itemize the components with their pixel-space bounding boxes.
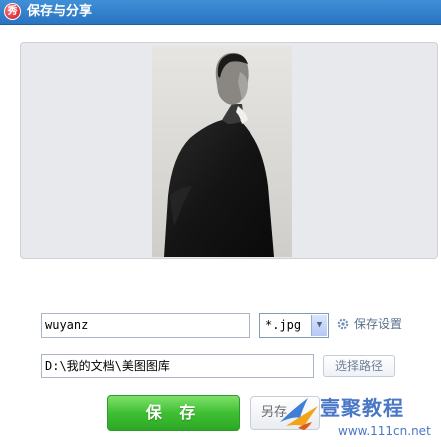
choose-path-button[interactable]: 选择路径 xyxy=(323,355,395,377)
window-title: 保存与分享 xyxy=(27,4,93,19)
watermark-url: www.111cn.net xyxy=(338,424,431,438)
save-settings-link[interactable]: 保存设置 xyxy=(337,315,402,333)
preview-panel xyxy=(20,42,438,259)
filename-input[interactable]: wuyanz xyxy=(41,313,250,338)
format-select[interactable]: *.jpg ▼ xyxy=(259,313,329,338)
title-bar[interactable]: 秀 保存与分享 xyxy=(0,0,441,25)
portrait-photo xyxy=(152,46,292,257)
gear-icon xyxy=(337,318,349,330)
app-logo-icon: 秀 xyxy=(4,3,21,20)
save-share-dialog: 秀 保存与分享 wuyanz *.jpg ▼ 保存设置 D:\我的文档\美图图库… xyxy=(0,0,441,447)
save-button[interactable]: 保 存 xyxy=(107,395,240,431)
site-watermark: 壹聚教程 www.111cn.net xyxy=(278,386,441,447)
photo-preview xyxy=(152,46,292,257)
save-settings-label: 保存设置 xyxy=(354,317,403,331)
watermark-title: 壹聚教程 xyxy=(320,396,404,420)
format-select-value: *.jpg xyxy=(265,318,302,332)
bird-logo-icon xyxy=(280,398,318,430)
chevron-down-icon[interactable]: ▼ xyxy=(311,315,327,336)
save-path-input[interactable]: D:\我的文档\美图图库 xyxy=(41,354,314,378)
